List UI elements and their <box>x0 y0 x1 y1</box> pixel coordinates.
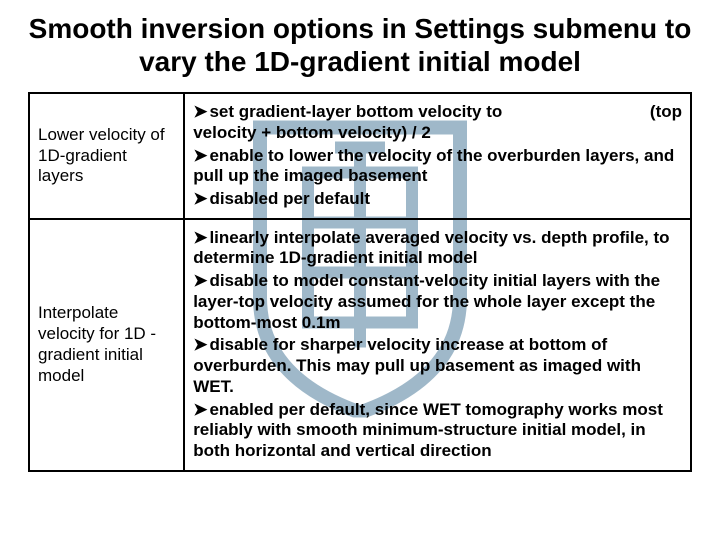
page-title: Smooth inversion options in Settings sub… <box>28 12 692 78</box>
row-desc: ➤linearly interpolate averaged velocity … <box>184 219 691 471</box>
bullet-icon: ➤ <box>193 271 207 290</box>
bullet-icon: ➤ <box>193 102 207 121</box>
row-desc: ➤set gradient-layer bottom velocity to (… <box>184 93 691 219</box>
bullet-icon: ➤ <box>193 228 207 247</box>
options-table: Lower velocity of 1D-gradient layers ➤se… <box>28 92 692 472</box>
table-row: Interpolate velocity for 1D -gradient in… <box>29 219 691 471</box>
bullet-icon: ➤ <box>193 189 207 208</box>
bullet-icon: ➤ <box>193 400 207 419</box>
row-label: Lower velocity of 1D-gradient layers <box>29 93 184 219</box>
bullet-icon: ➤ <box>193 146 207 165</box>
row-label: Interpolate velocity for 1D -gradient in… <box>29 219 184 471</box>
table-row: Lower velocity of 1D-gradient layers ➤se… <box>29 93 691 219</box>
bullet-icon: ➤ <box>193 335 207 354</box>
